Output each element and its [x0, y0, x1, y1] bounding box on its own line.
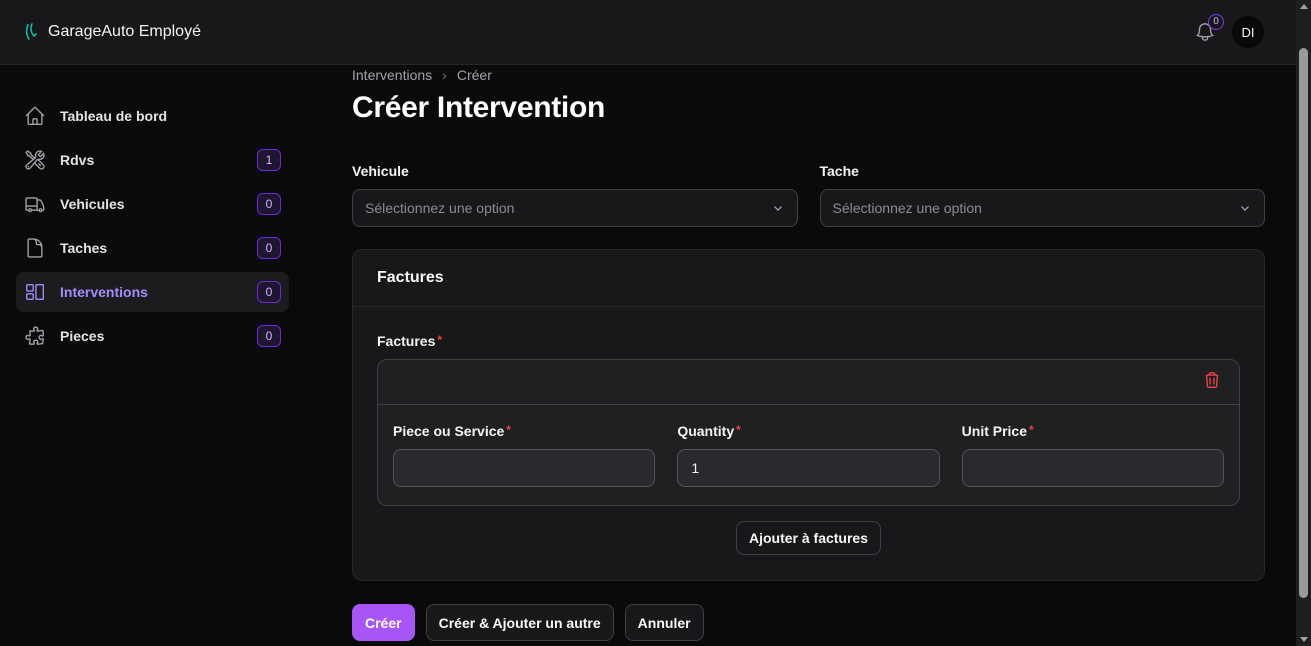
chevron-down-icon: [1241, 206, 1249, 211]
required-mark: *: [506, 423, 511, 437]
vehicule-field: Vehicule Sélectionnez une option: [352, 163, 798, 227]
quantity-label-text: Quantity: [677, 423, 735, 439]
create-and-add-another-button[interactable]: Créer & Ajouter un autre: [425, 604, 614, 641]
vehicule-select[interactable]: Sélectionnez une option: [352, 189, 798, 227]
brand[interactable]: GarageAuto Employé: [24, 23, 201, 41]
sidebar-item-label: Rdvs: [60, 152, 95, 168]
sidebar-item-count-badge: 0: [257, 237, 281, 259]
required-mark: *: [1029, 423, 1034, 437]
puzzle-icon: [24, 325, 46, 347]
sidebar-item-label: Vehicules: [60, 196, 125, 212]
sidebar-item-taches[interactable]: Taches 0: [16, 228, 289, 268]
wrench-screwdriver-icon: [24, 149, 46, 171]
unit-price-field: Unit Price *: [961, 423, 1224, 487]
sidebar-item-count-badge: 1: [257, 149, 281, 171]
sidebar-item-label: Pieces: [60, 328, 105, 344]
sidebar-item-vehicules[interactable]: Vehicules 0: [16, 184, 289, 224]
vehicule-select-placeholder: Sélectionnez une option: [365, 200, 515, 216]
scroll-up-arrow-icon[interactable]: [1300, 4, 1308, 9]
scroll-thumb[interactable]: [1299, 48, 1308, 598]
sidebar-item-tableau-de-bord[interactable]: Tableau de bord: [16, 96, 289, 136]
required-mark: *: [736, 423, 741, 437]
factures-section: Factures Factures * Piece ou Service * Qua…: [352, 249, 1265, 581]
sidebar-item-label: Tableau de bord: [60, 108, 168, 124]
quantity-input[interactable]: 1: [677, 449, 940, 487]
notifications-count-badge: 0: [1208, 14, 1224, 30]
brand-logo-icon: [25, 23, 37, 40]
tache-label: Tache: [819, 163, 859, 179]
breadcrumb-current: Créer: [456, 67, 492, 83]
main-content: Interventions › Créer Créer Intervention…: [352, 65, 1265, 641]
truck-icon: [24, 193, 46, 215]
vehicule-label: Vehicule: [352, 163, 409, 179]
factures-repeater-label: Factures *: [377, 333, 1240, 349]
sidebar-item-interventions[interactable]: Interventions 0: [16, 272, 289, 312]
sidebar-item-rdvs[interactable]: Rdvs 1: [16, 140, 289, 180]
top-bar: GarageAuto Employé 0 DI: [0, 0, 1296, 65]
breadcrumb-link-interventions[interactable]: Interventions: [352, 67, 432, 83]
chevron-down-icon: [773, 206, 782, 211]
unit-price-label-text: Unit Price: [961, 423, 1028, 439]
sidebar: Tableau de bord Rdvs 1 Vehicules 0 Tache…: [16, 96, 289, 360]
unit-price-label: Unit Price *: [962, 423, 1224, 439]
factures-repeater-label-text: Factures: [377, 333, 436, 349]
sidebar-item-count-badge: 0: [257, 193, 281, 215]
tache-select[interactable]: Sélectionnez une option: [819, 189, 1265, 227]
add-facture-button[interactable]: Ajouter à factures: [735, 521, 882, 555]
piece-label-text: Piece ou Service: [393, 423, 505, 439]
tache-select-placeholder: Sélectionnez une option: [832, 200, 982, 216]
facture-item-header: [378, 360, 1239, 405]
trash-icon: [1205, 371, 1219, 388]
delete-item-button[interactable]: [1203, 371, 1221, 394]
piece-input[interactable]: [393, 449, 656, 487]
required-mark: *: [437, 333, 443, 347]
chevron-right-icon: ›: [442, 67, 447, 83]
brand-name: GarageAuto Employé: [48, 23, 201, 40]
form-top-row: Vehicule Sélectionnez une option Tache S…: [352, 163, 1265, 227]
sidebar-item-count-badge: 0: [257, 281, 281, 303]
notifications-button[interactable]: 0: [1194, 14, 1224, 43]
facture-item: Piece ou Service * Quantity * 1 Unit Price…: [377, 359, 1240, 506]
factures-section-title: Factures: [353, 250, 1264, 307]
breadcrumb: Interventions › Créer: [352, 67, 1265, 83]
quantity-label: Quantity *: [677, 423, 939, 439]
sidebar-item-pieces[interactable]: Pieces 0: [16, 316, 289, 356]
quantity-field: Quantity * 1: [677, 423, 940, 487]
page-title: Créer Intervention: [352, 91, 605, 124]
scroll-down-arrow-icon[interactable]: [1300, 637, 1308, 642]
sidebar-item-count-badge: 0: [257, 325, 281, 347]
piece-label: Piece ou Service *: [393, 423, 655, 439]
sidebar-item-label: Interventions: [60, 284, 148, 300]
create-button[interactable]: Créer: [352, 604, 415, 641]
form-actions: Créer Créer & Ajouter un autre Annuler: [352, 604, 1265, 641]
sidebar-item-label: Taches: [60, 240, 108, 256]
layout-icon: [24, 281, 46, 303]
home-icon: [24, 105, 46, 127]
page-scrollbar[interactable]: [1296, 0, 1311, 646]
piece-field: Piece ou Service *: [393, 423, 656, 487]
unit-price-input[interactable]: [961, 449, 1224, 487]
document-icon: [24, 237, 46, 259]
user-avatar[interactable]: DI: [1232, 16, 1264, 48]
cancel-button[interactable]: Annuler: [624, 604, 704, 641]
tache-field: Tache Sélectionnez une option: [819, 163, 1265, 227]
